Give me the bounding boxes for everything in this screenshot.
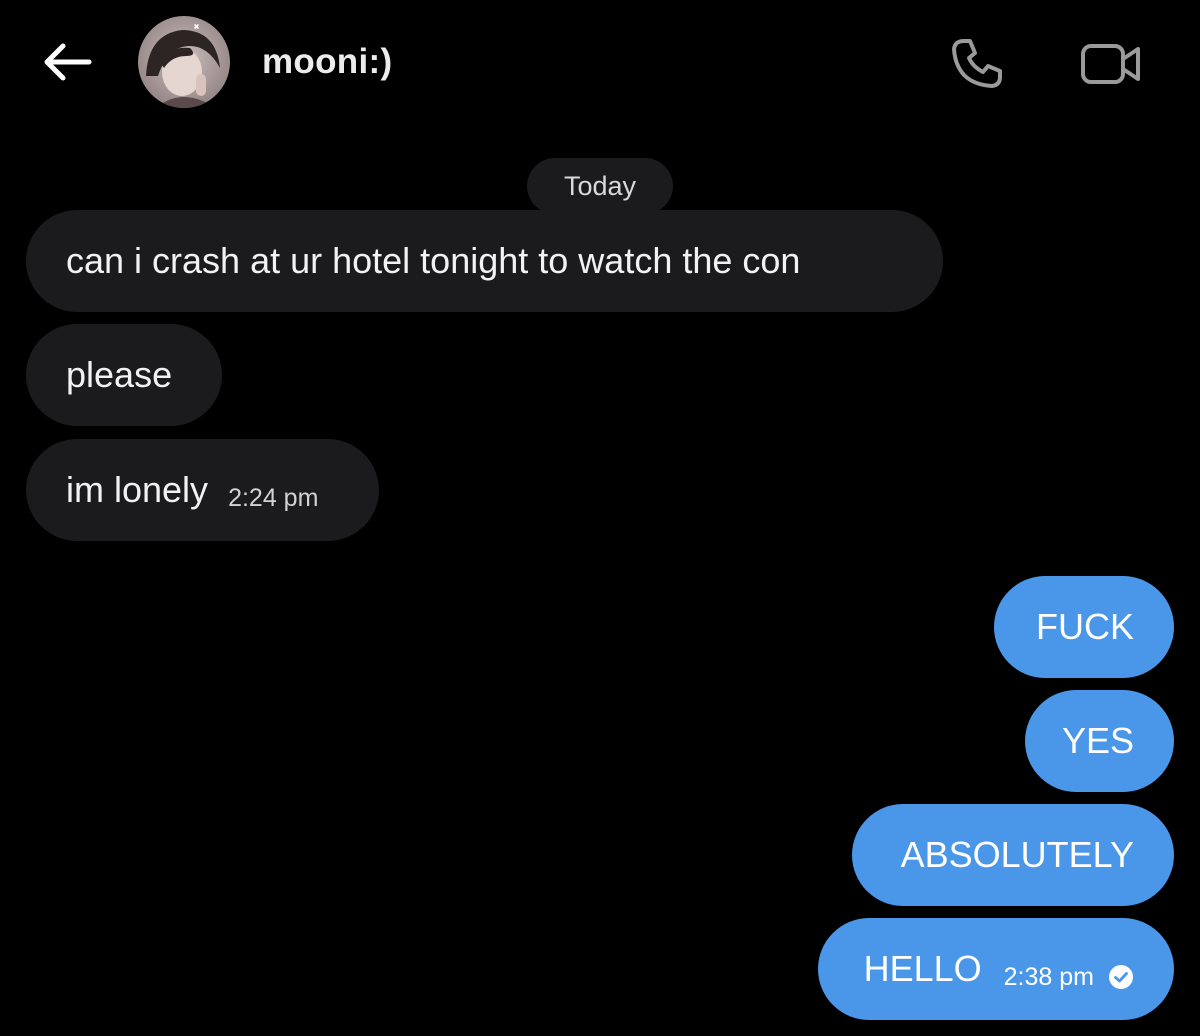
- check-circle-icon: [1108, 964, 1134, 990]
- video-camera-icon: [1081, 44, 1140, 84]
- incoming-message[interactable]: can i crash at ur hotel tonight to watch…: [26, 210, 943, 312]
- outgoing-message[interactable]: ABSOLUTELY: [852, 804, 1174, 906]
- message-timestamp: 2:24 pm: [228, 483, 319, 512]
- video-call-button[interactable]: [1074, 34, 1148, 94]
- message-text: FUCK: [1036, 606, 1134, 647]
- message-text: can i crash at ur hotel tonight to watch…: [66, 240, 801, 281]
- message-text: ABSOLUTELY: [900, 834, 1134, 875]
- message-text: please: [66, 354, 173, 395]
- avatar[interactable]: [138, 16, 230, 108]
- back-button[interactable]: [38, 38, 96, 86]
- incoming-message[interactable]: please: [26, 324, 222, 426]
- outgoing-message[interactable]: YES: [1025, 690, 1174, 792]
- call-button[interactable]: [944, 34, 1010, 94]
- message-text: YES: [1061, 720, 1134, 761]
- message-timestamp: 2:38 pm: [1003, 962, 1094, 991]
- outgoing-message[interactable]: HELLO 2:38 pm: [818, 918, 1174, 1020]
- message-text: HELLO: [863, 948, 982, 989]
- incoming-message[interactable]: im lonely 2:24 pm: [26, 439, 379, 541]
- avatar-image: [138, 16, 230, 108]
- date-separator: Today: [527, 158, 673, 214]
- contact-name[interactable]: mooni:): [262, 42, 392, 82]
- phone-icon: [952, 39, 1002, 88]
- arrow-left-icon: [44, 43, 92, 81]
- message-text: im lonely: [66, 469, 209, 510]
- outgoing-message[interactable]: FUCK: [994, 576, 1174, 678]
